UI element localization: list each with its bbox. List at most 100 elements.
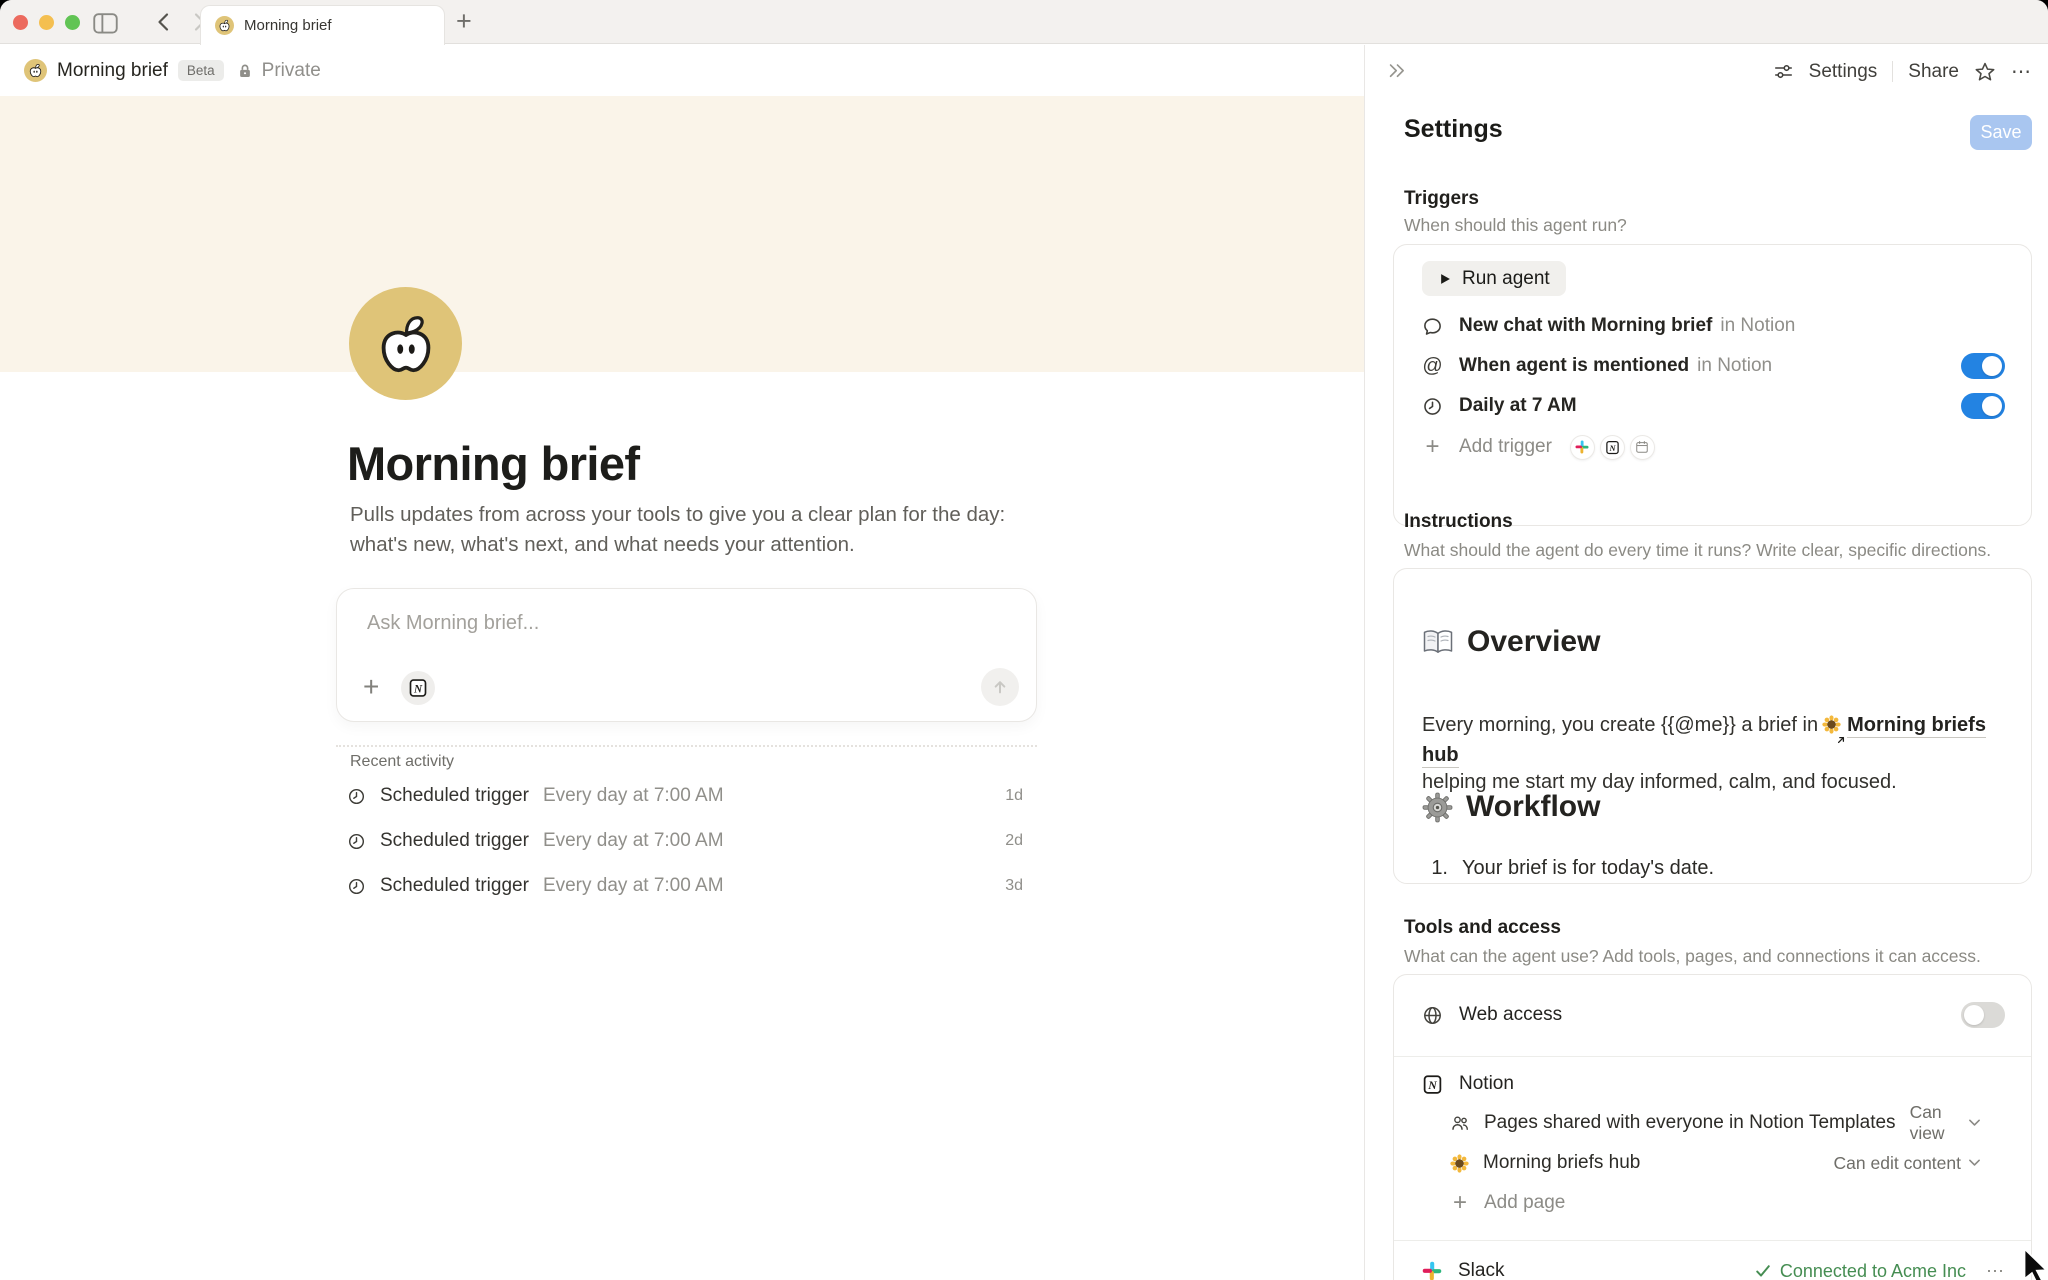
overview-paragraph: Every morning, you create {{@me}} a brie… bbox=[1422, 712, 2008, 796]
agent-description: Pulls updates from across your tools to … bbox=[350, 500, 1005, 559]
activity-title: Scheduled trigger bbox=[380, 785, 529, 807]
activity-title: Scheduled trigger bbox=[380, 875, 529, 897]
triggers-heading: Triggers bbox=[1404, 188, 1479, 210]
permission-dropdown[interactable]: Can view bbox=[1910, 1102, 1981, 1144]
share-button[interactable]: Share bbox=[1908, 61, 1959, 83]
page-icon-apple bbox=[24, 59, 47, 82]
new-tab-button[interactable]: + bbox=[456, 6, 472, 37]
browser-window: Morning brief + Morning brief Beta Priva… bbox=[0, 0, 2048, 1280]
clock-icon bbox=[347, 787, 366, 806]
activity-detail: Every day at 7:00 AM bbox=[543, 785, 724, 807]
triggers-subheading: When should this agent run? bbox=[1404, 215, 1627, 236]
clock-icon bbox=[347, 877, 366, 896]
activity-age: 1d bbox=[1005, 787, 1037, 805]
close-window-button[interactable] bbox=[13, 15, 28, 30]
people-icon bbox=[1450, 1113, 1470, 1133]
trigger-row-mentioned[interactable]: @ When agent is mentioned in Notion bbox=[1422, 346, 2005, 386]
zoom-window-button[interactable] bbox=[65, 15, 80, 30]
at-icon: @ bbox=[1422, 355, 1443, 378]
settings-sliders-icon[interactable] bbox=[1773, 61, 1794, 82]
svg-text:N: N bbox=[413, 683, 423, 695]
browser-tab[interactable]: Morning brief bbox=[200, 5, 445, 45]
sunflower-page-icon bbox=[1450, 1154, 1469, 1173]
composer-placeholder[interactable]: Ask Morning brief... bbox=[367, 612, 539, 635]
trigger-row-daily[interactable]: Daily at 7 AM bbox=[1422, 386, 2005, 426]
mentioned-toggle[interactable] bbox=[1961, 353, 2005, 379]
more-options-icon[interactable]: ⋯ bbox=[2011, 59, 2032, 84]
svg-text:N: N bbox=[1427, 1078, 1437, 1092]
activity-divider bbox=[336, 745, 1037, 747]
toggle-sidebar-icon[interactable] bbox=[93, 13, 118, 39]
slack-tool-row[interactable]: Slack Connected to Acme Inc ⋯ bbox=[1422, 1251, 2005, 1280]
lock-icon bbox=[236, 62, 254, 80]
activity-row[interactable]: Scheduled trigger Every day at 7:00 AM 1… bbox=[347, 781, 1037, 811]
slack-connection-status: Connected to Acme Inc bbox=[1755, 1261, 1966, 1280]
activity-age: 2d bbox=[1005, 832, 1037, 850]
add-trigger-button[interactable]: + Add trigger N bbox=[1422, 427, 2005, 467]
add-page-button[interactable]: + Add page bbox=[1450, 1183, 2005, 1223]
daily-toggle[interactable] bbox=[1961, 393, 2005, 419]
trigger-row-new-chat[interactable]: New chat with Morning brief in Notion bbox=[1422, 306, 2005, 346]
open-book-icon bbox=[1422, 628, 1454, 656]
check-icon bbox=[1755, 1264, 1771, 1278]
page-header: Morning brief Beta Private bbox=[0, 45, 1364, 96]
calendar-icon[interactable] bbox=[1630, 435, 1655, 460]
agent-title[interactable]: Morning brief bbox=[347, 436, 639, 491]
notion-context-chip[interactable]: N bbox=[401, 671, 435, 705]
notion-page-row[interactable]: Pages shared with everyone in Notion Tem… bbox=[1450, 1103, 2005, 1143]
beta-badge: Beta bbox=[178, 60, 224, 81]
browser-chrome: Morning brief + bbox=[0, 0, 2048, 44]
gear-icon bbox=[1422, 792, 1453, 823]
permission-dropdown[interactable]: Can edit content bbox=[1834, 1153, 1981, 1174]
clock-icon bbox=[1422, 396, 1443, 417]
privacy-label[interactable]: Private bbox=[262, 60, 321, 82]
attach-plus-icon[interactable]: + bbox=[363, 677, 379, 697]
globe-icon bbox=[1422, 1005, 1443, 1026]
slack-more-options-icon[interactable]: ⋯ bbox=[1986, 1261, 2005, 1280]
overview-heading: Overview bbox=[1422, 625, 1600, 659]
notion-page-row[interactable]: Morning briefs hub Can edit content bbox=[1450, 1143, 2005, 1183]
slack-icon bbox=[1422, 1261, 1442, 1280]
instructions-heading: Instructions bbox=[1404, 511, 1513, 533]
minimize-window-button[interactable] bbox=[39, 15, 54, 30]
activity-row[interactable]: Scheduled trigger Every day at 7:00 AM 3… bbox=[347, 871, 1037, 901]
activity-title: Scheduled trigger bbox=[380, 830, 529, 852]
notion-icon[interactable]: N bbox=[1600, 435, 1625, 460]
web-access-row[interactable]: Web access bbox=[1422, 995, 2005, 1035]
collapse-panel-icon[interactable] bbox=[1388, 62, 1407, 84]
window-controls bbox=[13, 15, 80, 30]
activity-detail: Every day at 7:00 AM bbox=[543, 830, 724, 852]
panel-actions: Settings Share ⋯ bbox=[1773, 59, 2032, 84]
chevron-down-icon bbox=[1968, 1118, 1981, 1127]
activity-row[interactable]: Scheduled trigger Every day at 7:00 AM 2… bbox=[347, 826, 1037, 856]
tools-card: Web access N Notion Pages shared with ev… bbox=[1393, 974, 2032, 1280]
panel-title: Settings bbox=[1404, 115, 1503, 144]
instructions-editor[interactable]: Overview Every morning, you create {{@me… bbox=[1393, 568, 2032, 884]
chevron-down-icon bbox=[1968, 1158, 1981, 1167]
workflow-item: 1.Your brief is for today's date. bbox=[1426, 857, 2006, 880]
settings-menu-label[interactable]: Settings bbox=[1809, 61, 1878, 83]
send-button[interactable] bbox=[981, 668, 1019, 706]
plus-icon: + bbox=[1450, 1194, 1470, 1212]
page-title[interactable]: Morning brief bbox=[57, 60, 168, 82]
agent-avatar-apple-icon[interactable] bbox=[349, 287, 462, 400]
web-access-toggle[interactable] bbox=[1961, 1002, 2005, 1028]
tools-heading: Tools and access bbox=[1404, 917, 1561, 939]
notion-icon: N bbox=[1422, 1074, 1443, 1095]
run-agent-button[interactable]: Run agent bbox=[1422, 261, 1566, 296]
activity-age: 3d bbox=[1005, 877, 1037, 895]
screenshot-stage: Morning brief + Morning brief Beta Priva… bbox=[0, 0, 2048, 1280]
cover-banner bbox=[0, 96, 1364, 372]
play-icon bbox=[1438, 272, 1452, 286]
mouse-cursor bbox=[2023, 1249, 2048, 1280]
main-content: Morning brief Pulls updates from across … bbox=[0, 96, 1364, 1280]
favorite-star-icon[interactable] bbox=[1974, 61, 1996, 83]
save-button[interactable]: Save bbox=[1970, 115, 2032, 150]
slack-icon[interactable] bbox=[1570, 435, 1595, 460]
clock-icon bbox=[347, 832, 366, 851]
back-icon[interactable] bbox=[152, 10, 176, 39]
card-divider bbox=[1394, 1056, 2031, 1057]
chat-composer[interactable]: Ask Morning brief... + N bbox=[336, 588, 1037, 722]
notion-tool-row[interactable]: N Notion bbox=[1422, 1064, 2005, 1104]
recent-activity-heading: Recent activity bbox=[350, 753, 454, 771]
